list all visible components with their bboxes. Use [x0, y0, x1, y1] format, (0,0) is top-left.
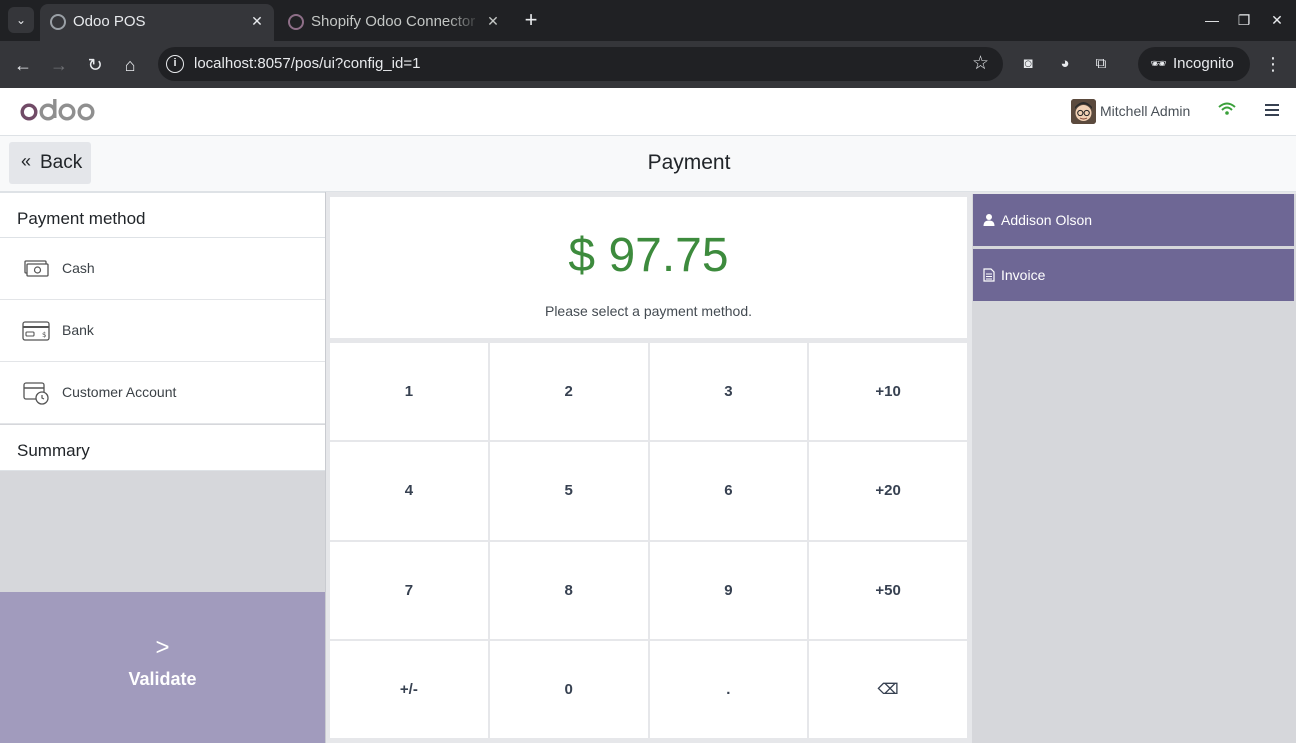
payment-side-actions: Addison Olson Invoice [972, 194, 1296, 743]
bookmark-star-icon[interactable]: ☆ [972, 52, 989, 75]
validate-label: Validate [128, 669, 197, 689]
payment-titlebar: « Back Payment [0, 136, 1296, 192]
document-icon [983, 268, 995, 282]
incognito-icon: 🕶 [1150, 56, 1167, 71]
tab-close-icon[interactable]: ✕ [248, 12, 266, 30]
numpad-key-5[interactable]: 5 [489, 442, 648, 540]
forward-arrow-icon[interactable]: → [46, 52, 72, 78]
payment-method-customer-account[interactable]: Customer Account [0, 362, 325, 424]
invoice-button[interactable]: Invoice [973, 249, 1294, 301]
numpad-key-4[interactable]: 4 [330, 442, 488, 540]
numpad: 1 2 3 +10 4 5 6 +20 7 8 9 +50 +/- 0 . ⌫ [330, 343, 967, 738]
payment-method-label: Bank [62, 322, 94, 338]
payment-method-bank[interactable]: $ Bank [0, 300, 325, 362]
amount-box: $ 97.75 Please select a payment method. [330, 197, 967, 338]
numpad-key-plus-50[interactable]: +50 [809, 541, 967, 639]
numpad-key-0[interactable]: 0 [489, 640, 648, 738]
camera-extension-icon[interactable]: ◙ [1016, 52, 1040, 76]
payment-screen: Payment method Cash $ Bank Customer Acco… [0, 192, 1296, 743]
customer-account-icon [23, 382, 49, 405]
browser-menu-icon[interactable]: ⋮ [1262, 52, 1284, 76]
numpad-key-7[interactable]: 7 [330, 541, 488, 639]
odoo-logo [20, 99, 95, 121]
maximize-icon[interactable]: ❐ [1234, 10, 1254, 30]
invoice-label: Invoice [1001, 267, 1046, 283]
tab-odoo-pos[interactable]: Odoo POS ✕ [40, 4, 274, 41]
odoo-favicon-icon [288, 14, 304, 30]
back-arrow-icon[interactable]: ← [10, 52, 36, 78]
tab-search-button[interactable]: ⌄ [8, 7, 34, 33]
new-tab-button[interactable]: + [518, 8, 544, 34]
numpad-key-plus-10[interactable]: +10 [809, 343, 967, 441]
numpad-key-2[interactable]: 2 [489, 343, 648, 441]
numpad-key-decimal[interactable]: . [649, 640, 808, 738]
avatar [1071, 99, 1096, 124]
payment-method-label: Cash [62, 260, 95, 276]
numpad-key-1[interactable]: 1 [330, 343, 488, 441]
tab-shopify-odoo-connector[interactable]: Shopify Odoo Connector ✕ [278, 4, 510, 41]
minimize-icon[interactable]: — [1202, 10, 1222, 30]
odoo-favicon-icon [50, 14, 66, 30]
extension-avatar-icon[interactable]: ◕ [1053, 52, 1077, 76]
payment-method-label: Customer Account [62, 384, 177, 400]
payment-center: $ 97.75 Please select a payment method. … [330, 197, 968, 743]
page-title: Payment [647, 151, 731, 174]
numpad-key-9[interactable]: 9 [649, 541, 808, 639]
site-info-icon[interactable]: i [166, 55, 184, 73]
numpad-key-8[interactable]: 8 [489, 541, 648, 639]
incognito-badge[interactable]: 🕶 Incognito [1138, 47, 1250, 81]
extensions-puzzle-icon[interactable]: ⧉ [1089, 52, 1113, 76]
incognito-label: Incognito [1173, 55, 1234, 72]
tab-close-icon[interactable]: ✕ [484, 12, 502, 30]
browser-tab-strip: ⌄ Odoo POS ✕ Shopify Odoo Connector ✕ + … [0, 0, 1296, 41]
numpad-key-sign[interactable]: +/- [330, 640, 488, 738]
payment-method-panel: Payment method Cash $ Bank Customer Acco… [0, 192, 326, 743]
close-window-icon[interactable]: ✕ [1267, 10, 1287, 30]
numpad-key-3[interactable]: 3 [649, 343, 808, 441]
hamburger-menu-icon[interactable] [1265, 104, 1279, 119]
user-name: Mitchell Admin [1100, 103, 1191, 119]
bank-card-icon: $ [22, 321, 50, 341]
url-text[interactable]: localhost:8057/pos/ui?config_id=1 [194, 55, 420, 72]
summary-heading: Summary [0, 425, 325, 471]
payment-hint: Please select a payment method. [544, 303, 752, 319]
customer-button[interactable]: Addison Olson [973, 194, 1294, 246]
numpad-backspace-icon[interactable]: ⌫ [809, 640, 967, 738]
customer-name: Addison Olson [1001, 212, 1093, 228]
pos-header: Mitchell Admin [0, 88, 1296, 136]
browser-toolbar: ← → ↻ ⌂ i localhost:8057/pos/ui?config_i… [0, 41, 1296, 88]
cash-icon [24, 260, 49, 277]
tab-title: Shopify Odoo Connector [311, 13, 476, 30]
home-icon[interactable]: ⌂ [117, 52, 143, 78]
tab-title: Odoo POS [73, 13, 146, 30]
validate-button[interactable]: > Validate [0, 592, 325, 743]
numpad-key-6[interactable]: 6 [649, 442, 808, 540]
chevron-right-icon: > [155, 634, 170, 661]
user-icon [983, 214, 995, 226]
payment-method-heading: Payment method [0, 192, 325, 238]
wifi-status-icon[interactable] [1218, 102, 1236, 116]
amount-due: $ 97.75 [568, 229, 729, 282]
numpad-key-plus-20[interactable]: +20 [809, 442, 967, 540]
svg-text:$: $ [42, 331, 46, 339]
address-bar[interactable]: i localhost:8057/pos/ui?config_id=1 ☆ [158, 47, 1003, 81]
payment-method-cash[interactable]: Cash [0, 238, 325, 300]
reload-icon[interactable]: ↻ [82, 52, 108, 78]
